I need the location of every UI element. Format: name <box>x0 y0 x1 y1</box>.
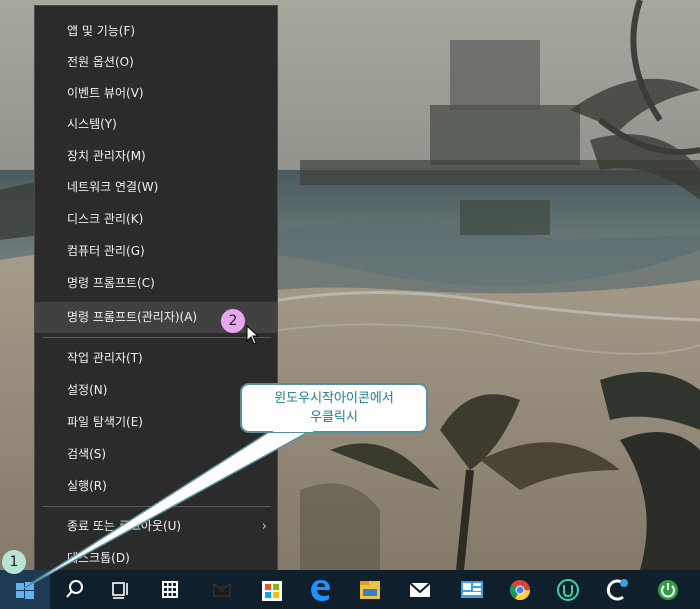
callout-line-2: 우클릭시 <box>310 410 358 425</box>
menu-item-label: 검색(S) <box>67 447 107 461</box>
menu-item-label: 명령 프롬프트(관리자)(A) <box>67 310 198 324</box>
menu-item-label: 파일 탐색기(E) <box>67 415 143 429</box>
menu-item-label: 디스크 관리(K) <box>67 212 144 226</box>
menu-item-label: 전원 옵션(O) <box>67 55 134 69</box>
store-icon[interactable] <box>252 570 292 609</box>
menu-item-label: 명령 프롬프트(C) <box>67 276 155 290</box>
menu-item-apps-features[interactable]: 앱 및 기능(F) <box>35 16 277 47</box>
menu-item-label: 작업 관리자(T) <box>67 351 143 365</box>
menu-item-disk-management[interactable]: 디스크 관리(K) <box>35 204 277 235</box>
instruction-callout: 윈도우시작아이콘에서 우클릭시 <box>240 383 428 433</box>
menu-item-label: 장치 관리자(M) <box>67 149 146 163</box>
mouse-cursor-icon <box>246 325 260 345</box>
windows-start-icon[interactable] <box>0 570 50 609</box>
menu-item-label: 데스크톱(D) <box>67 551 130 565</box>
menu-item-label: 네트워크 연결(W) <box>67 180 159 194</box>
callout-pointer-cover <box>273 428 313 432</box>
menu-item-label: 설정(N) <box>67 383 108 397</box>
step-badge-2: 2 <box>221 309 245 333</box>
menu-item-label: 컴퓨터 관리(G) <box>67 244 145 258</box>
chrome-icon[interactable] <box>500 570 540 609</box>
menu-item-command-prompt[interactable]: 명령 프롬프트(C) <box>35 268 277 299</box>
menu-separator <box>43 506 271 507</box>
winx-context-menu: 앱 및 기능(F) 전원 옵션(O) 이벤트 뷰어(V) 시스템(Y) 장치 관… <box>34 5 278 583</box>
menu-item-label: 앱 및 기능(F) <box>67 24 136 38</box>
menu-item-label: 이벤트 뷰어(V) <box>67 86 144 100</box>
callout-line-1: 윈도우시작아이콘에서 <box>274 391 394 406</box>
photo-editor-icon[interactable] <box>200 570 245 609</box>
menu-item-search[interactable]: 검색(S) <box>35 439 277 470</box>
file-explorer-icon[interactable] <box>350 570 390 609</box>
menu-item-label: 종료 또는 로그아웃(U) <box>67 519 182 533</box>
search-icon[interactable] <box>55 570 95 609</box>
chevron-right-icon: › <box>261 519 267 534</box>
taskbar <box>0 570 700 609</box>
menu-item-device-manager[interactable]: 장치 관리자(M) <box>35 141 277 172</box>
menu-item-label: 시스템(Y) <box>67 117 117 131</box>
menu-separator <box>43 337 271 338</box>
menu-item-shutdown-signout[interactable]: 종료 또는 로그아웃(U) › <box>35 511 277 542</box>
ccleaner-icon[interactable] <box>597 570 637 609</box>
network-icon[interactable] <box>452 570 492 609</box>
menu-item-computer-management[interactable]: 컴퓨터 관리(G) <box>35 236 277 267</box>
menu-item-event-viewer[interactable]: 이벤트 뷰어(V) <box>35 78 277 109</box>
power-icon[interactable] <box>648 570 688 609</box>
menu-item-run[interactable]: 실행(R) <box>35 471 277 502</box>
menu-item-task-manager[interactable]: 작업 관리자(T) <box>35 343 277 374</box>
menu-item-network-connections[interactable]: 네트워크 연결(W) <box>35 172 277 203</box>
edge-icon[interactable] <box>300 570 340 609</box>
menu-item-system[interactable]: 시스템(Y) <box>35 109 277 140</box>
calculator-icon[interactable] <box>150 570 190 609</box>
mail-icon[interactable] <box>400 570 440 609</box>
task-view-icon[interactable] <box>100 570 140 609</box>
uplay-icon[interactable] <box>548 570 588 609</box>
menu-item-label: 실행(R) <box>67 479 107 493</box>
step-badge-1: 1 <box>2 550 26 574</box>
menu-item-power-options[interactable]: 전원 옵션(O) <box>35 47 277 78</box>
